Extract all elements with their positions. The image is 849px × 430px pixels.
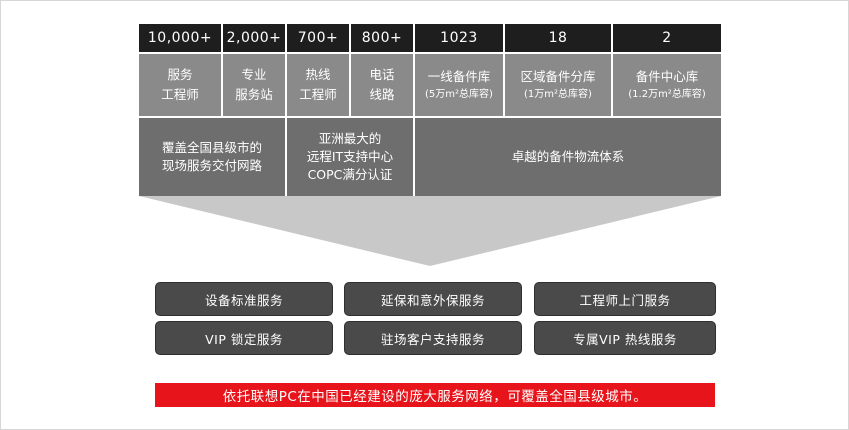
stat-label-engineers: 服务 工程师	[139, 54, 221, 116]
service-vip-hotline-button[interactable]: 专属VIP 热线服务	[534, 321, 716, 355]
description-line: 覆盖全国县级市的	[161, 140, 262, 155]
stat-label-line: 专业	[241, 67, 267, 82]
network-banner: 依托联想PC在中国已经建设的庞大服务网络，可覆盖全国县级城市。	[155, 383, 715, 407]
stat-label-line: 电话	[369, 67, 395, 82]
stat-value-engineers: 10,000+	[139, 24, 221, 52]
stat-label-phone-lines: 电话 线路	[351, 54, 413, 116]
stat-label-line: 服务	[167, 67, 193, 82]
stat-label-line: 一线备件库	[427, 69, 491, 84]
stat-value-hotline-engineers: 700+	[287, 24, 349, 52]
stat-value-central-depots: 2	[613, 24, 721, 52]
funnel-shape	[139, 196, 721, 266]
stat-label-first-line-depots: 一线备件库 (5万m²总库容)	[415, 54, 503, 116]
description-line: 远程IT支持中心	[306, 149, 394, 164]
service-standard-button[interactable]: 设备标准服务	[155, 282, 333, 316]
stat-label-central-depots: 备件中心库 (1.2万m²总库容)	[613, 54, 721, 116]
service-vip-lock-button[interactable]: VIP 锁定服务	[155, 321, 333, 355]
stats-grid: 10,000+ 2,000+ 700+ 800+ 1023 18 2 服务 工程…	[139, 24, 721, 196]
stat-label-hotline-engineers: 热线 工程师	[287, 54, 349, 116]
description-line: 卓越的备件物流体系	[511, 149, 625, 164]
stat-label-line: 工程师	[299, 87, 337, 102]
funnel-arrow	[139, 196, 721, 266]
service-onsite-engineer-button[interactable]: 工程师上门服务	[534, 282, 716, 316]
stat-value-first-line-depots: 1023	[415, 24, 503, 52]
service-extended-warranty-button[interactable]: 延保和意外保服务	[344, 282, 522, 316]
stat-label-line: 工程师	[161, 87, 199, 102]
stat-label-regional-depots: 区域备件分库 (1万m²总库容)	[505, 54, 611, 116]
stat-value-phone-lines: 800+	[351, 24, 413, 52]
stat-label-line: 线路	[369, 87, 395, 102]
service-resident-support-button[interactable]: 驻场客户支持服务	[344, 321, 522, 355]
stat-value-regional-depots: 18	[505, 24, 611, 52]
description-line: COPC满分认证	[307, 167, 393, 182]
description-logistics: 卓越的备件物流体系	[415, 118, 721, 196]
description-line: 亚洲最大的	[318, 131, 382, 146]
stat-label-line: 区域备件分库	[520, 69, 596, 84]
stat-label-line: 备件中心库	[635, 69, 699, 84]
stat-label-line: 服务站	[235, 87, 273, 102]
stat-label-sub: (1.2万m²总库容)	[628, 89, 706, 100]
stat-label-line: 热线	[305, 67, 331, 82]
stat-label-sub: (5万m²总库容)	[425, 89, 493, 100]
stat-label-stations: 专业 服务站	[223, 54, 285, 116]
stat-value-stations: 2,000+	[223, 24, 285, 52]
stat-label-sub: (1万m²总库容)	[524, 89, 592, 100]
description-remote-support: 亚洲最大的 远程IT支持中心 COPC满分认证	[287, 118, 413, 196]
description-field-service: 覆盖全国县级市的 现场服务交付网路	[139, 118, 285, 196]
description-line: 现场服务交付网路	[161, 158, 262, 173]
